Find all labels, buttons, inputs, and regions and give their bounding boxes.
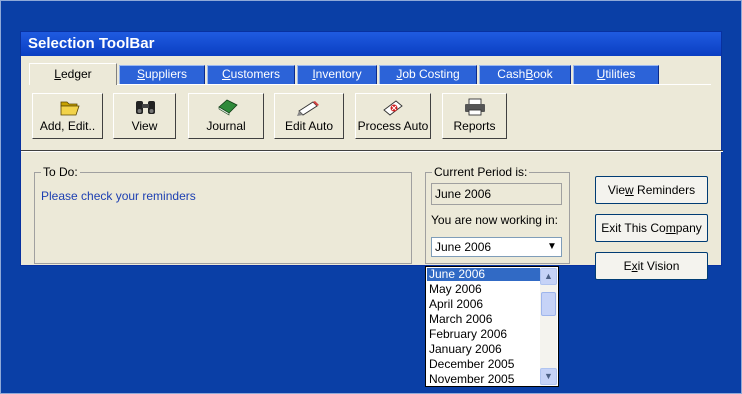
scroll-down-icon[interactable]: ▼ <box>540 368 557 385</box>
todo-message[interactable]: Please check your reminders <box>41 189 196 203</box>
add-edit-button[interactable]: Add, Edit.. <box>32 93 103 139</box>
journal-button[interactable]: Journal <box>188 93 264 139</box>
ledger-toolbar: Add, Edit.. View Journal Edit Auto Proce… <box>29 84 711 144</box>
binoculars-icon <box>136 101 155 114</box>
todo-group: To Do: Please check your reminders <box>34 165 412 264</box>
current-period-value: June 2006 <box>431 183 562 205</box>
journal-book-icon <box>218 99 238 116</box>
period-select-value: June 2006 <box>435 240 492 254</box>
period-option[interactable]: March 2006 <box>427 313 541 326</box>
period-dropdown-list[interactable]: June 2006 May 2006 April 2006 March 2006… <box>425 266 559 387</box>
current-period-title: Current Period is: <box>432 165 530 179</box>
process-auto-button[interactable]: Process Auto <box>355 93 431 139</box>
reports-button[interactable]: Reports <box>442 93 507 139</box>
pencil-icon <box>297 101 319 116</box>
todo-title: To Do: <box>41 165 80 179</box>
toolbar-separator <box>21 150 723 152</box>
current-period-group: Current Period is: June 2006 You are now… <box>425 165 570 264</box>
tab-customers[interactable]: Customers <box>207 65 295 84</box>
folder-open-icon <box>60 101 80 116</box>
view-button[interactable]: View <box>113 93 176 139</box>
title-bar[interactable]: Selection ToolBar <box>21 32 721 56</box>
period-option[interactable]: January 2006 <box>427 343 541 356</box>
tab-ledger[interactable]: Ledger <box>29 63 117 85</box>
scroll-thumb[interactable] <box>541 292 556 316</box>
period-option[interactable]: December 2005 <box>427 358 541 371</box>
tab-suppliers[interactable]: Suppliers <box>119 65 205 84</box>
period-option[interactable]: May 2006 <box>427 283 541 296</box>
tab-inventory[interactable]: Inventory <box>297 65 377 84</box>
edit-auto-button[interactable]: Edit Auto <box>274 93 344 139</box>
period-option[interactable]: June 2006 <box>427 268 541 281</box>
tab-utilities[interactable]: Utilities <box>573 65 659 84</box>
window-title: Selection ToolBar <box>28 35 155 52</box>
working-in-label: You are now working in: <box>431 213 558 227</box>
period-option[interactable]: April 2006 <box>427 298 541 311</box>
dropdown-scrollbar[interactable]: ▲ ▼ <box>540 268 557 385</box>
period-option[interactable]: November 2005 <box>427 373 541 386</box>
exit-vision-button[interactable]: Exit Vision <box>595 252 708 280</box>
period-option[interactable]: February 2006 <box>427 328 541 341</box>
chevron-down-icon[interactable]: ▼ <box>544 239 560 255</box>
period-select[interactable]: June 2006 ▼ <box>431 237 562 257</box>
tab-job-costing[interactable]: Job Costing <box>379 65 477 84</box>
exit-this-company-button[interactable]: Exit This Company <box>595 214 708 242</box>
scroll-up-icon[interactable]: ▲ <box>540 268 557 285</box>
view-reminders-button[interactable]: View Reminders <box>595 176 708 204</box>
process-icon <box>383 100 403 116</box>
tab-cashbook[interactable]: CashBook <box>479 65 571 84</box>
printer-icon <box>465 98 485 116</box>
selection-toolbar-window: Selection ToolBar Ledger Suppliers Custo… <box>20 31 723 280</box>
